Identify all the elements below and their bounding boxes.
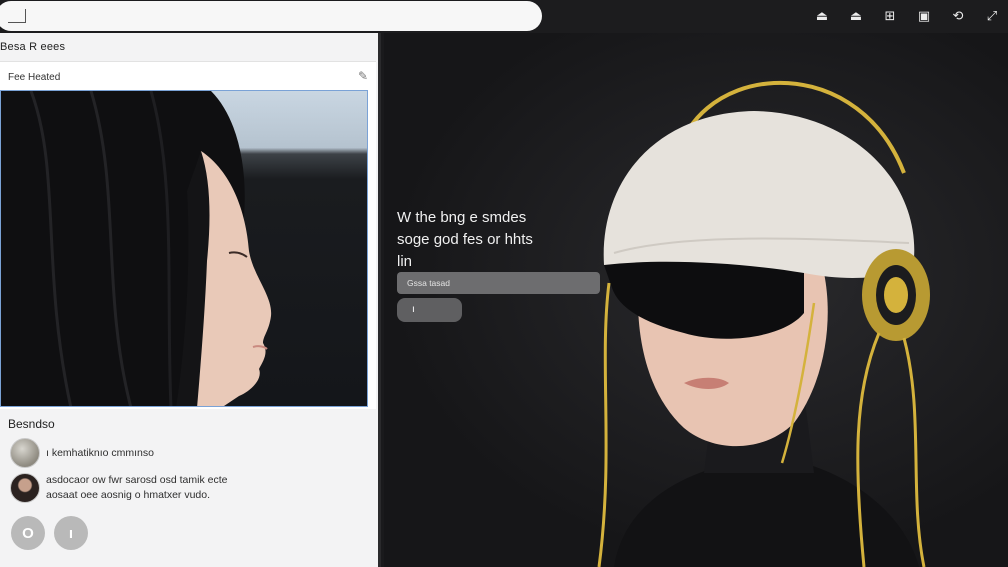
top-bar: ⏏ ⏏ ⊞ ▣ ⟲ ⤢ (0, 0, 1008, 33)
share-icon[interactable]: ⟲ (948, 7, 968, 25)
home-icon[interactable]: ⏏ (812, 7, 832, 25)
user-icon[interactable]: ⏏ (846, 7, 866, 25)
description-title: Besndso (8, 417, 55, 431)
circle-button-primary[interactable]: O (11, 516, 45, 550)
action-button[interactable]: ı (397, 298, 462, 322)
main-canvas: W the bng e smdes soge god fes or hhts l… (384, 33, 1008, 567)
search-input[interactable] (0, 1, 542, 31)
list-item-text: asdocaor ow fwr sarosd osd tamik ecte ao… (46, 474, 228, 501)
prompt-field[interactable]: Gssa tasad (397, 272, 600, 294)
card-title: Fee Heated (8, 72, 61, 83)
save-icon[interactable]: ▣ (914, 7, 934, 25)
headphone-figure-illustration (597, 80, 930, 567)
circle-button-secondary[interactable]: ı (54, 516, 88, 550)
portrait-illustration (1, 91, 272, 406)
toolbar-icons: ⏏ ⏏ ⊞ ▣ ⟲ ⤢ (804, 7, 1002, 25)
pin-icon[interactable]: ✎ (358, 69, 368, 83)
headline-text: W the bng e smdes soge god fes or hhts l… (397, 209, 533, 270)
image-card: Fee Heated ✎ (0, 61, 376, 409)
list-item[interactable]: ı kemhatiknıo cmmınso (10, 438, 154, 468)
avatar (10, 473, 40, 503)
app-window: ⏏ ⏏ ⊞ ▣ ⟲ ⤢ Besa R eees Fee Heated ✎ Bes… (0, 0, 1008, 567)
list-item[interactable]: asdocaor ow fwr sarosd osd tamik ecte ao… (10, 473, 228, 503)
gallery-icon[interactable]: ⊞ (880, 7, 900, 25)
left-panel: Besa R eees Fee Heated ✎ Besndso ı kemha… (0, 33, 381, 567)
list-item-text: ı kemhatiknıo cmmınso (46, 446, 154, 459)
expand-icon[interactable]: ⤢ (982, 7, 1002, 25)
avatar (10, 438, 40, 468)
text-cursor-icon (8, 9, 26, 23)
portrait-image[interactable] (0, 90, 368, 407)
panel-title: Besa R eees (0, 41, 66, 53)
